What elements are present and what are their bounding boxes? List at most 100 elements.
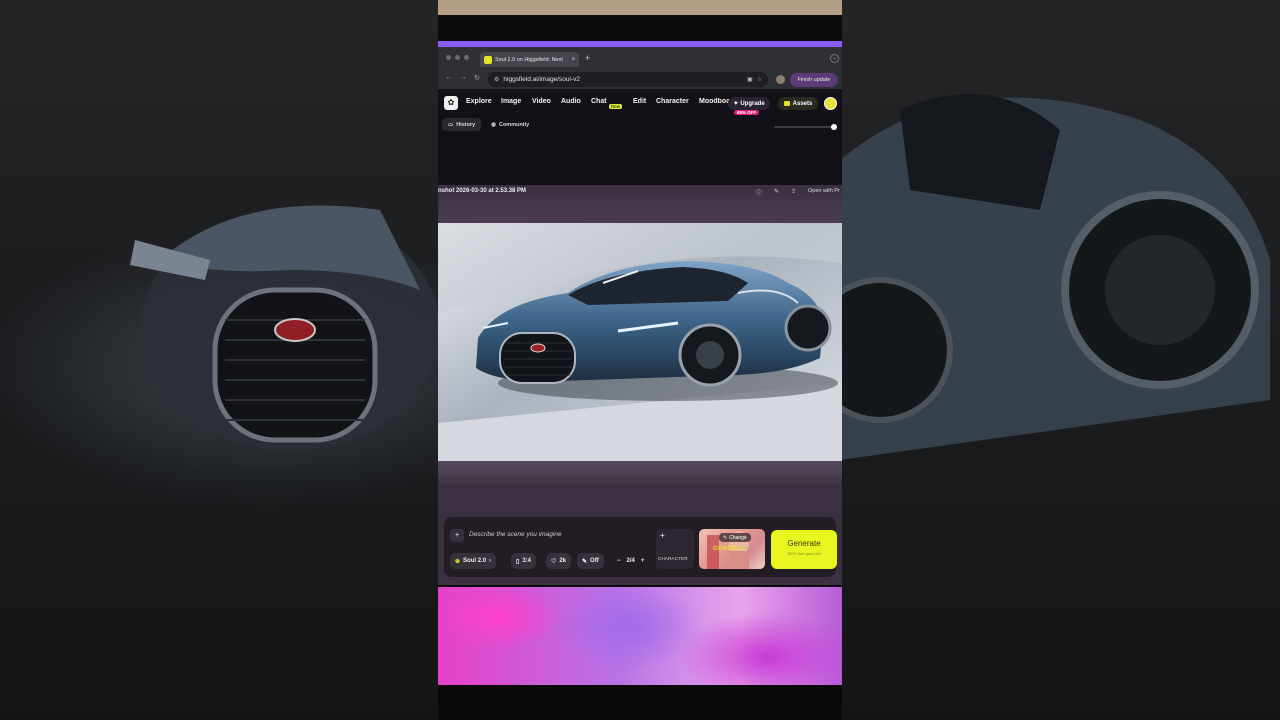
tab-bar: Soul 2.0 on Higgsfield: Next × + ⌄	[438, 47, 842, 67]
nav-edit[interactable]: Edit	[633, 98, 646, 105]
assets-label: Assets	[792, 100, 813, 107]
change-label: Change	[729, 534, 747, 541]
finish-update-button[interactable]: Finish update	[790, 73, 838, 87]
discount-badge: 65% OFF	[734, 110, 760, 115]
open-with-button[interactable]: Open with Pr	[808, 188, 840, 194]
maximize-window-dot[interactable]	[464, 55, 469, 60]
grid-size-slider[interactable]	[774, 126, 834, 128]
browser-tab[interactable]: Soul 2.0 on Higgsfield: Next ×	[480, 52, 579, 67]
higgsfield-app-header: ✿ Explore Image Video Audio Chat New Edi…	[438, 89, 842, 185]
prompt-composer: + Describe the scene you imagine ❀ Soul …	[444, 517, 837, 577]
character-picker[interactable]: + CHARACTER	[656, 529, 694, 569]
window-controls[interactable]	[446, 55, 469, 60]
change-preset-button[interactable]: ✎ Change	[719, 533, 751, 542]
gallery-preview-gradient	[438, 587, 842, 685]
tab-community-label: Community	[498, 121, 530, 128]
model-selector[interactable]: ❀ Soul 2.0 ›	[450, 553, 497, 569]
info-icon[interactable]: ⓘ	[756, 188, 762, 197]
tab-history-label: History	[456, 121, 476, 128]
upgrade-label: Upgrade	[740, 100, 765, 107]
screen-cast-icon[interactable]: ▣	[747, 76, 753, 83]
folder-icon	[783, 101, 790, 106]
nav-audio[interactable]: Audio	[561, 98, 581, 105]
user-avatar[interactable]	[824, 97, 837, 110]
url-text[interactable]: higgsfield.ai/image/soul-v2	[503, 76, 743, 83]
top-nav: ✿ Explore Image Video Audio Chat New Edi…	[438, 94, 842, 112]
new-tab-button[interactable]: +	[585, 53, 590, 63]
chat-new-badge: New	[609, 104, 623, 109]
increment-button[interactable]: +	[641, 558, 645, 564]
upgrade-button[interactable]: ✦ Upgrade	[728, 97, 770, 110]
character-label: CHARACTER	[658, 556, 688, 561]
edit-icon: ✎	[723, 534, 728, 541]
phone-bezel-bottom	[438, 685, 842, 720]
add-reference-button[interactable]: +	[450, 529, 464, 542]
lightning-icon: ✦	[733, 101, 739, 107]
background-car-side-image	[840, 94, 1270, 460]
assets-button[interactable]: Assets	[778, 97, 818, 110]
video-frame: Soul 2.0 on Higgsfield: Next × + ⌄ ← → ↻…	[0, 0, 1280, 720]
profile-avatar[interactable]	[776, 75, 785, 84]
enhance-toggle[interactable]: ✎ Off	[577, 553, 604, 569]
site-info-icon[interactable]: ⚙	[494, 76, 499, 83]
address-row: ← → ↻ ⚙ higgsfield.ai/image/soul-v2 ▣ ☆ …	[438, 71, 842, 89]
quality-selector[interactable]: ♡ 2k	[546, 553, 572, 569]
aspect-ratio-label: 3:4	[522, 558, 531, 564]
phone-bezel-top	[438, 0, 842, 15]
aspect-ratio-selector[interactable]: ▯ 3:4	[511, 553, 536, 569]
tab-community[interactable]: ◍ Community	[485, 118, 535, 131]
aspect-ratio-icon: ▯	[516, 558, 520, 565]
viewer-header: nshot 2026-03-30 at 2.53.38 PM ⓘ ✎ ⇪ Ope…	[438, 185, 842, 223]
address-bar[interactable]: ⚙ higgsfield.ai/image/soul-v2 ▣ ☆	[488, 72, 768, 87]
quality-icon: ♡	[551, 558, 557, 565]
batch-count: 2/4	[626, 558, 635, 564]
tab-history[interactable]: ▭ History	[442, 118, 482, 131]
folder-icon: ▭	[448, 121, 454, 128]
nav-chat[interactable]: Chat	[591, 98, 607, 105]
nav-video[interactable]: Video	[532, 98, 551, 105]
bookmark-star-icon[interactable]: ☆	[757, 76, 762, 83]
model-label: Soul 2.0	[463, 558, 487, 564]
minimize-window-dot[interactable]	[455, 55, 460, 60]
browser-chrome: Soul 2.0 on Higgsfield: Next × + ⌄ ← → ↻…	[438, 41, 842, 89]
reload-icon[interactable]: ↻	[474, 74, 480, 82]
style-preset-card[interactable]: ✎ Change GENERAL	[699, 529, 765, 569]
close-tab-icon[interactable]: ×	[571, 57, 575, 63]
add-character-icon[interactable]: +	[660, 531, 665, 540]
close-window-dot[interactable]	[446, 55, 451, 60]
decrement-button[interactable]: −	[617, 558, 621, 564]
nav-image[interactable]: Image	[501, 98, 521, 105]
quality-label: 2k	[559, 558, 567, 564]
viewer-footer	[438, 461, 842, 485]
nav-explore[interactable]: Explore	[466, 98, 492, 105]
edit-icon[interactable]: ✎	[774, 188, 779, 197]
image-viewer: nshot 2026-03-30 at 2.53.38 PM ⓘ ✎ ⇪ Ope…	[438, 185, 842, 485]
free-gens-left: 487K free gens left	[787, 551, 821, 556]
image-filename: nshot 2026-03-30 at 2.53.38 PM	[438, 188, 527, 194]
viewer-actions: ⓘ ✎ ⇪	[756, 188, 796, 197]
phone-screen: Soul 2.0 on Higgsfield: Next × + ⌄ ← → ↻…	[438, 0, 842, 720]
higgsfield-favicon-icon	[484, 55, 492, 64]
globe-icon: ◍	[491, 121, 496, 128]
generate-button[interactable]: Generate 487K free gens left	[771, 530, 837, 569]
share-icon[interactable]: ⇪	[791, 188, 796, 197]
preset-name: GENERAL	[713, 546, 746, 552]
nav-moodboard[interactable]: Moodboard	[699, 98, 731, 105]
enhance-label: Off	[590, 558, 599, 564]
batch-stepper[interactable]: − 2/4 +	[612, 553, 649, 569]
generated-car-image[interactable]	[438, 223, 842, 461]
sub-tabs: ▭ History ◍ Community	[442, 118, 535, 131]
tab-search-chevron-icon[interactable]: ⌄	[830, 54, 839, 63]
nav-character[interactable]: Character	[656, 98, 689, 105]
forward-arrow-icon[interactable]: →	[460, 74, 467, 81]
prompt-input[interactable]: Describe the scene you imagine	[469, 531, 562, 538]
grid-size-slider-handle[interactable]	[831, 124, 837, 130]
background-car-front-image	[130, 205, 440, 450]
tab-title: Soul 2.0 on Higgsfield: Next	[495, 56, 563, 63]
chevron-right-icon: ›	[489, 558, 492, 564]
higgsfield-logo-icon[interactable]: ✿	[444, 96, 458, 110]
generate-label: Generate	[787, 539, 821, 548]
back-arrow-icon[interactable]: ←	[445, 74, 452, 81]
composer-area: + Describe the scene you imagine ❀ Soul …	[438, 485, 842, 585]
model-icon: ❀	[455, 558, 461, 565]
